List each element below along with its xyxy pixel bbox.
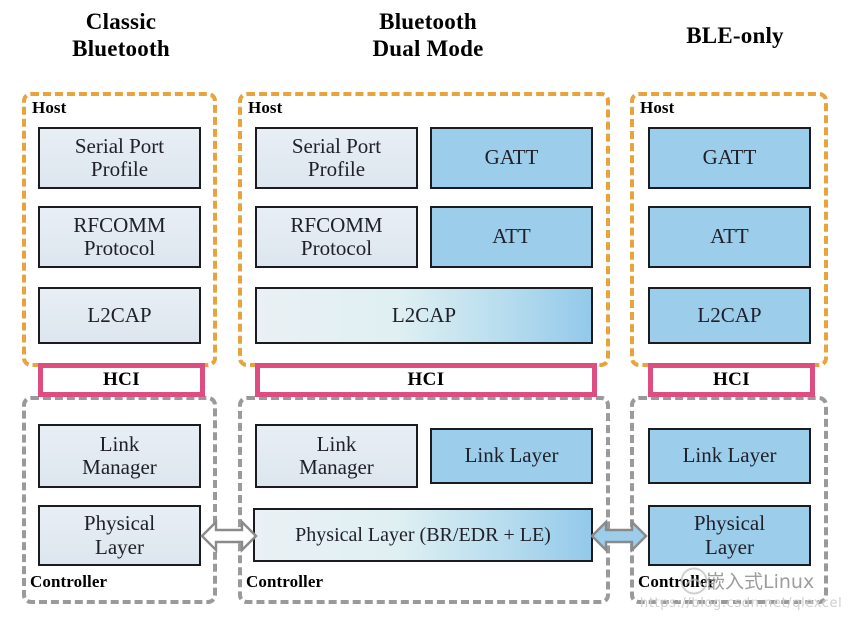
block-l2cap-ble: L2CAP [648, 287, 811, 344]
host-label-classic: Host [32, 98, 67, 117]
block-rfcomm-classic: RFCOMM Protocol [38, 206, 201, 268]
hci-bar-dual: HCI [255, 363, 597, 397]
watermark-text: 嵌入式Linux [706, 571, 815, 593]
block-l2cap-classic: L2CAP [38, 287, 201, 344]
column-header-classic: Classic Bluetooth [72, 9, 170, 62]
block-link-manager-classic: Link Manager [38, 424, 201, 488]
block-att-ble: ATT [648, 206, 811, 268]
column-header-ble: BLE-only [686, 23, 784, 48]
connector-arrow-dual-to-ble [590, 519, 648, 553]
block-link-layer-ble: Link Layer [648, 428, 811, 484]
block-physical-layer-dual: Physical Layer (BR/EDR + LE) [253, 508, 593, 562]
block-gatt-dual: GATT [430, 127, 593, 189]
block-physical-layer-classic: Physical Layer [38, 505, 201, 566]
column-header-dual: Bluetooth Dual Mode [372, 9, 484, 62]
hci-bar-ble: HCI [648, 363, 815, 397]
block-physical-layer-ble: Physical Layer [648, 505, 811, 566]
block-serial-port-profile-dual: Serial Port Profile [255, 127, 418, 189]
block-att-dual: ATT [430, 206, 593, 268]
block-serial-port-profile-classic: Serial Port Profile [38, 127, 201, 189]
controller-label-classic: Controller [30, 572, 108, 591]
host-label-ble: Host [640, 98, 675, 117]
block-gatt-ble: GATT [648, 127, 811, 189]
watermark-url: https://blog.csdn.net/qlexcel [640, 596, 843, 611]
connector-arrow-classic-to-dual [200, 519, 258, 553]
block-l2cap-dual: L2CAP [255, 287, 593, 344]
host-label-dual: Host [248, 98, 283, 117]
block-link-manager-dual: Link Manager [255, 424, 418, 488]
watermark-logo-icon [680, 567, 708, 595]
bluetooth-stack-diagram: Classic Bluetooth Bluetooth Dual Mode BL… [0, 0, 850, 622]
hci-bar-classic: HCI [38, 363, 205, 397]
controller-label-dual: Controller [246, 572, 324, 591]
block-rfcomm-dual: RFCOMM Protocol [255, 206, 418, 268]
block-link-layer-dual: Link Layer [430, 428, 593, 484]
